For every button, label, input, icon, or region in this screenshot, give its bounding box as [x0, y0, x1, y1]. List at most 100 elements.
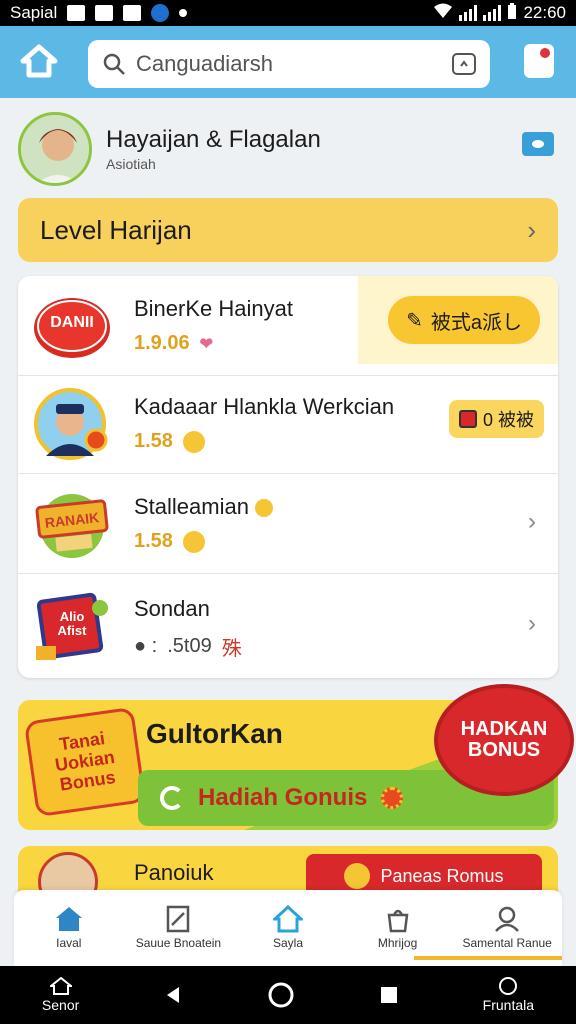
promo-title: Panoiuk [134, 860, 214, 885]
nav-label: Sayla [272, 936, 303, 951]
bottom-navigation: Iaval Sauue Bnoatein Sayla Mhrijog Samen… [14, 890, 562, 966]
claim-button[interactable]: ✎ 被式a派し [388, 296, 540, 344]
list-item-title-text: Stalleamian [134, 494, 249, 519]
refresh-icon [160, 786, 184, 810]
home-circle-icon[interactable] [267, 981, 295, 1009]
avatar[interactable] [18, 112, 92, 186]
nav-label: Mhrijog [377, 936, 418, 951]
reward-button[interactable]: 0 被被 [448, 400, 544, 438]
search-icon [103, 53, 125, 75]
home-icon [55, 907, 82, 932]
notification-badge-icon [540, 48, 550, 58]
gift-icon [458, 410, 477, 428]
notifications-button[interactable] [524, 44, 554, 78]
nav-label: Samental Ranue [462, 936, 552, 951]
browser-icon [151, 4, 170, 22]
profile-section: Hayaijan & Flagalan Asiotiah [18, 112, 558, 188]
list-item-title: Stalleamian [134, 494, 274, 520]
battery-icon [507, 2, 517, 24]
list-item-value: .5t09 [167, 635, 212, 657]
bonus-badge: Tanai Uokian Bonus [23, 706, 147, 818]
list-item-value: 1.58 [134, 530, 173, 552]
pencil-icon: ✎ [406, 309, 423, 332]
profile-icon [495, 907, 520, 933]
level-banner[interactable]: Level Harijan › [18, 198, 558, 262]
nav-item-level[interactable]: Iaval [14, 890, 124, 966]
chevron-right-icon: › [528, 508, 536, 535]
system-label: Fruntala [482, 997, 535, 1013]
nav-active-indicator [414, 956, 562, 960]
list-item-title: BinerKe Hainyat [134, 296, 293, 321]
search-bar[interactable] [88, 40, 490, 88]
profile-action-button[interactable] [522, 132, 554, 156]
notification-dot-icon [179, 9, 188, 17]
character-thumbnail [32, 386, 112, 462]
level-banner-label: Level Harijan [40, 214, 192, 245]
system-nav-bar: Senor Fruntala [0, 966, 576, 1024]
edit-icon [167, 906, 190, 933]
ribbon-thumbnail: Ranaik [32, 486, 112, 562]
smiley-icon [182, 430, 205, 453]
list-item[interactable]: Alio Afist Sondan ● : .5t09 殊 › [18, 576, 558, 676]
list-item[interactable]: Danii BinerKe Hainyat 1.9.06 ❤ ✎ 被式a派し [18, 276, 558, 376]
app-header [0, 26, 576, 98]
signal-icon [459, 5, 478, 21]
recents-icon[interactable] [379, 985, 399, 1005]
list-item-value: 1.58 [134, 430, 173, 452]
list-item-value: 1.9.06 [134, 332, 190, 354]
clock: 22:60 [523, 3, 566, 22]
reward-button-label: 0 被被 [482, 410, 534, 430]
list-item[interactable]: Kadaaar Hlankla Werkcian 1.58 0 被被 [18, 374, 558, 474]
app-notif-icon [123, 5, 142, 21]
claim-button-label: 被式a派し [430, 311, 522, 334]
list-item-prefix: ● : [134, 635, 158, 657]
nav-item-sayla[interactable]: Sayla [233, 890, 343, 966]
task-list: Danii BinerKe Hainyat 1.9.06 ❤ ✎ 被式a派し K… [18, 276, 558, 678]
list-item[interactable]: Ranaik Stalleamian 1.58 › [18, 474, 558, 574]
bonus-starburst: HADKAN BONUS [434, 684, 574, 796]
nav-item-mhrijog[interactable]: Mhrijog [343, 890, 453, 966]
status-bar: Sapial 22:60 [0, 0, 576, 26]
gallery-icon [67, 5, 86, 21]
bonus-title: GultorKan [146, 718, 283, 749]
settings-notif-icon [95, 5, 114, 21]
list-item-title: Sondan [134, 596, 210, 621]
list-item-meta: 1.9.06 ❤ [134, 332, 213, 355]
badge-text: Alio Afist [57, 609, 87, 638]
nav-label: Iaval [56, 936, 82, 951]
heart-icon: ❤ [199, 335, 214, 353]
back-icon[interactable] [163, 985, 183, 1005]
home-button[interactable] [18, 40, 60, 82]
bag-icon [387, 910, 408, 933]
system-label: Senor [41, 997, 80, 1013]
chevron-right-icon: › [528, 610, 536, 637]
scan-icon[interactable] [452, 53, 476, 75]
badge-text: Danii [50, 314, 94, 331]
list-item-suffix: 殊 [221, 638, 242, 660]
chevron-right-icon: › [527, 214, 536, 245]
nav-label: Sauue Bnoatein [135, 936, 222, 951]
home-icon [20, 44, 58, 78]
nav-item-notes[interactable]: Sauue Bnoatein [124, 890, 234, 966]
claim-bonus-label: Hadiah Gonuis [198, 784, 368, 811]
house-icon [49, 977, 72, 995]
gift-box-thumbnail: Alio Afist [32, 588, 112, 664]
list-item-meta: ● : .5t09 殊 [134, 632, 242, 661]
system-home-button[interactable]: Senor [42, 977, 79, 1013]
list-item-title: Kadaaar Hlankla Werkcian [134, 394, 395, 419]
system-menu-button[interactable]: Fruntala [483, 977, 534, 1013]
profile-name: Hayaijan & Flagalan [106, 126, 321, 153]
smiley-icon [182, 530, 205, 553]
list-item-meta: 1.58 [134, 530, 205, 553]
wifi-icon [433, 3, 453, 24]
house-icon [272, 905, 303, 933]
badge-thumbnail: Danii [32, 288, 112, 364]
signal-icon-2 [483, 5, 502, 21]
bonus-banner[interactable]: Tanai Uokian Bonus GultorKan Hadiah Gonu… [18, 684, 574, 830]
search-input[interactable] [136, 51, 452, 77]
smiley-icon [255, 499, 274, 518]
nav-item-samental[interactable]: Samental Ranue [452, 890, 562, 966]
smiley-icon [344, 863, 371, 889]
eye-icon [532, 140, 544, 148]
gear-icon [381, 787, 404, 809]
